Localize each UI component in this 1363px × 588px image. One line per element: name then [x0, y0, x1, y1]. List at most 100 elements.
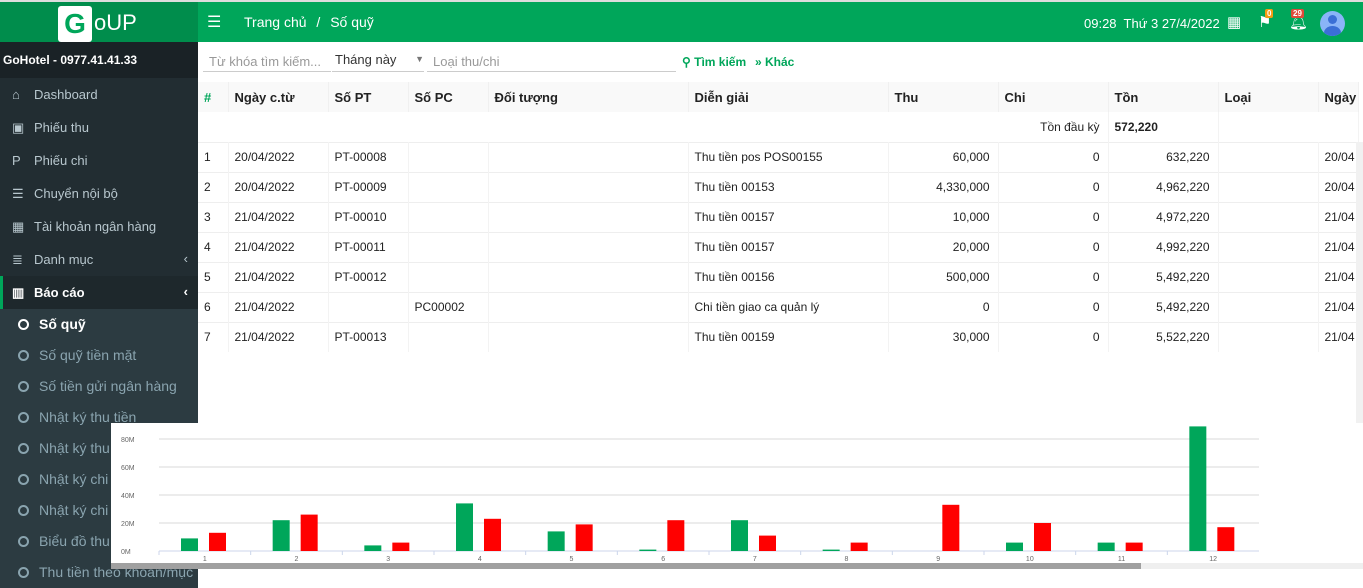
column-header[interactable]: Chi: [998, 82, 1109, 112]
x-tick-label: 6: [661, 556, 665, 563]
table-cell: 60,000: [888, 141, 999, 172]
scrollbar-thumb[interactable]: [111, 563, 1141, 569]
sidebar-item-bao-cao[interactable]: ▥ Báo cáo ‹: [0, 276, 198, 309]
table-cell: 20/04: [1318, 171, 1359, 202]
circle-icon: [18, 350, 29, 361]
table-cell: 21/04: [1318, 201, 1359, 232]
table-cell: 20/04/2022: [228, 171, 329, 202]
chart-horizontal-scrollbar[interactable]: [111, 563, 1363, 569]
table-cell: 6: [198, 291, 229, 322]
grid-icon[interactable]: ▦: [1227, 13, 1241, 31]
subitem-so-tien-gui[interactable]: Số tiền gửi ngân hàng: [0, 371, 198, 402]
y-tick-label: 40M: [121, 493, 135, 500]
x-tick-label: 2: [295, 556, 299, 563]
home-icon: ⌂: [12, 87, 20, 102]
more-button[interactable]: » Khác: [755, 55, 794, 69]
bar-chi: [1125, 542, 1143, 551]
logo-text: oUP: [94, 10, 137, 35]
hotel-name: GoHotel - 0977.41.41.33: [0, 42, 198, 78]
search-label: Tìm kiếm: [694, 55, 747, 69]
bar-thu: [1189, 426, 1207, 551]
breadcrumb-home[interactable]: Trang chủ: [244, 14, 307, 30]
table-cell: Thu tiền 00153: [688, 171, 889, 202]
column-header[interactable]: Ngày g: [1318, 82, 1359, 112]
sidebar-item-chuyen-noi-bo[interactable]: ☰ Chuyển nội bộ: [0, 177, 198, 210]
sidebar-item-phieu-chi[interactable]: P Phiếu chi: [0, 144, 198, 177]
table-row[interactable]: 6 21/04/2022 PC00002 Chi tiền giao ca quản …: [198, 291, 1359, 322]
list-icon: ≣: [12, 252, 23, 267]
logo-mark: G: [58, 6, 92, 42]
breadcrumb: Trang chủ / Số quỹ: [244, 14, 380, 30]
bar-chi: [484, 518, 501, 551]
table-row[interactable]: 7 21/04/2022 PT-00013 Thu tiền 00159 30,000 0…: [198, 321, 1359, 352]
filter-bar: Tháng này ▼ ⚲ Tìm kiếm » Khác: [198, 42, 1363, 82]
circle-icon: [18, 567, 29, 578]
column-header[interactable]: Diễn giải: [688, 82, 889, 112]
subitem-so-quy-tien-mat[interactable]: Số quỹ tiền mặt: [0, 340, 198, 371]
bar-thu: [639, 549, 657, 551]
bar-thu: [1006, 542, 1023, 551]
table-cell: Thu tiền pos POS00155: [688, 141, 889, 172]
subitem-label: Số tiền gửi ngân hàng: [39, 378, 177, 394]
avatar[interactable]: [1320, 11, 1345, 36]
table-row[interactable]: 4 21/04/2022 PT-00011 Thu tiền 00157 20,000 0…: [198, 231, 1359, 262]
search-button[interactable]: ⚲ Tìm kiếm: [682, 55, 746, 69]
subitem-so-quy[interactable]: Số quỹ: [0, 309, 198, 340]
sidebar-item-label: Danh mục: [34, 252, 94, 267]
circle-icon: [18, 412, 29, 423]
table-cell: [408, 231, 489, 262]
chevron-left-icon: ‹: [183, 284, 188, 299]
table-cell: 4,962,220: [1108, 171, 1219, 202]
column-header[interactable]: Số PC: [408, 82, 489, 112]
sidebar-item-danh-muc[interactable]: ≣ Danh mục ‹: [0, 243, 198, 276]
chevron-left-icon: ‹: [183, 251, 188, 266]
table-cell: 21/04/2022: [228, 201, 329, 232]
bar-thu: [364, 545, 382, 551]
x-tick-label: 12: [1209, 556, 1217, 563]
keyword-search-input[interactable]: [203, 52, 331, 72]
search-icon: ⚲: [682, 55, 695, 69]
monthly-chart: 0M 20M 40M 60M 80M 1 2 3 4 5 6 7 8 9 10 11 12: [111, 423, 1363, 568]
table-cell: PT-00011: [328, 231, 409, 262]
column-header[interactable]: Ngày c.từ: [228, 82, 329, 112]
column-header[interactable]: Loại: [1218, 82, 1319, 112]
table-cell: PT-00012: [328, 261, 409, 292]
column-header[interactable]: Đối tượng: [488, 82, 689, 112]
table-cell: 2: [198, 171, 229, 202]
table-cell: PT-00013: [328, 321, 409, 352]
sidebar-item-dashboard[interactable]: ⌂ Dashboard: [0, 78, 198, 111]
table-cell: 5: [198, 261, 229, 292]
table-cell: [488, 231, 689, 262]
table-cell: [1218, 171, 1319, 202]
column-header[interactable]: #: [198, 82, 229, 112]
period-value: Tháng này: [335, 52, 397, 67]
sidebar-item-tai-khoan[interactable]: ▦ Tài khoản ngân hàng: [0, 210, 198, 243]
type-input[interactable]: [427, 52, 676, 72]
table-cell: 21/04/2022: [228, 291, 329, 322]
column-header[interactable]: Số PT: [328, 82, 409, 112]
table-cell: 0: [998, 171, 1109, 202]
flag-badge: 0: [1265, 9, 1274, 18]
column-header[interactable]: Thu: [888, 82, 999, 112]
bar-thu: [731, 520, 748, 551]
table-row[interactable]: 2 20/04/2022 PT-00009 Thu tiền 00153 4,330,0…: [198, 171, 1359, 202]
x-tick-label: 10: [1026, 556, 1034, 563]
table-cell: [408, 141, 489, 172]
column-header[interactable]: Tồn: [1108, 82, 1219, 112]
logo[interactable]: G oUP: [0, 2, 198, 42]
bar-thu: [547, 531, 565, 551]
sidebar-item-label: Tài khoản ngân hàng: [34, 219, 157, 234]
table-row[interactable]: 1 20/04/2022 PT-00008 Thu tiền pos POS00155…: [198, 141, 1359, 172]
table-cell: 21/04: [1318, 291, 1359, 322]
table-row[interactable]: 3 21/04/2022 PT-00010 Thu tiền 00157 10,000 0…: [198, 201, 1359, 232]
menu-toggle-icon[interactable]: ☰: [207, 12, 221, 32]
sidebar-item-phieu-thu[interactable]: ▣ Phiếu thu: [0, 111, 198, 144]
table-cell: [1218, 231, 1319, 262]
table-cell: 5,492,220: [1108, 291, 1219, 322]
breadcrumb-separator: /: [316, 14, 321, 30]
bar-chi: [392, 542, 410, 551]
period-select[interactable]: Tháng này ▼: [332, 52, 424, 72]
x-tick-label: 7: [753, 556, 757, 563]
table-cell: 21/04/2022: [228, 231, 329, 262]
table-row[interactable]: 5 21/04/2022 PT-00012 Thu tiền 00156 500,000…: [198, 261, 1359, 292]
